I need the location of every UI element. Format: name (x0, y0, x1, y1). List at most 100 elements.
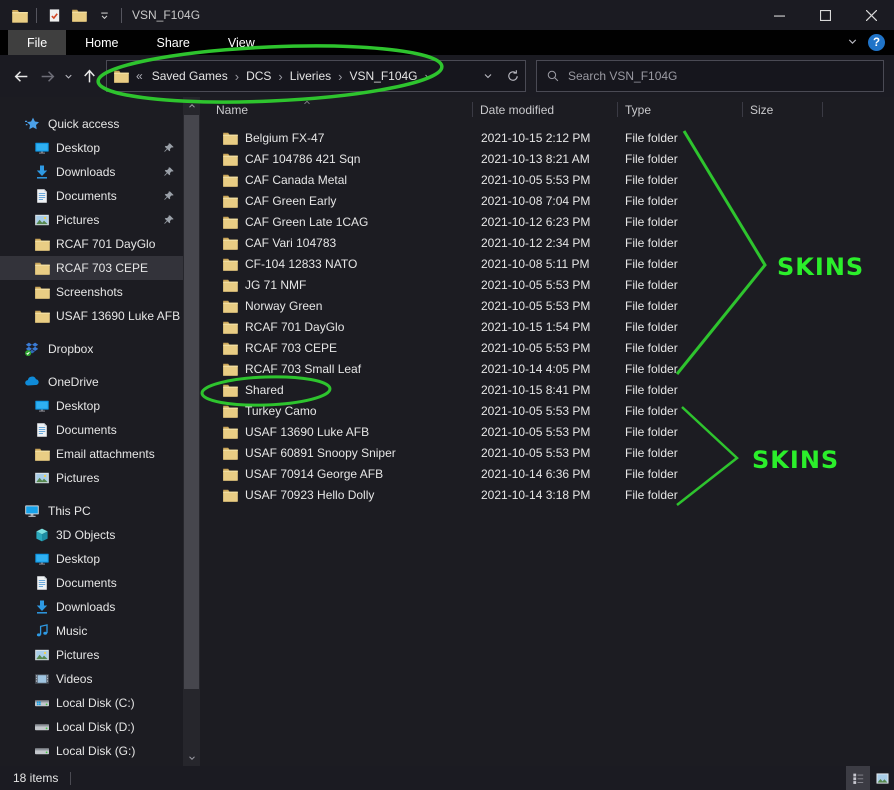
back-button[interactable] (8, 63, 34, 89)
properties-check-icon[interactable] (43, 4, 65, 26)
file-type-cell: File folder (618, 320, 743, 334)
quick-access-toolbar (8, 4, 125, 26)
dropbox-icon (24, 341, 40, 357)
sidebar-item-label: Desktop (56, 141, 100, 155)
sidebar-item-videos[interactable]: Videos (0, 667, 183, 691)
forward-button[interactable] (34, 63, 60, 89)
tab-file[interactable]: File (8, 30, 66, 55)
help-button[interactable]: ? (868, 34, 885, 51)
sidebar-item-rcaf-703-cepe[interactable]: RCAF 703 CEPE (0, 256, 183, 280)
search-input[interactable] (568, 69, 874, 83)
sidebar-section-gap (0, 361, 183, 370)
up-button[interactable] (76, 63, 102, 89)
navigation-scrollbar[interactable] (183, 97, 200, 766)
file-row-cf-104-12833-nato[interactable]: CF-104 12833 NATO2021-10-08 5:11 PMFile … (210, 253, 894, 274)
file-row-norway-green[interactable]: Norway Green2021-10-05 5:53 PMFile folde… (210, 295, 894, 316)
maximize-button[interactable] (802, 0, 848, 30)
sidebar-item-music[interactable]: Music (0, 619, 183, 643)
file-row-jg-71-nmf[interactable]: JG 71 NMF2021-10-05 5:53 PMFile folder (210, 274, 894, 295)
file-type-cell: File folder (618, 341, 743, 355)
sidebar-item-email-attachments[interactable]: Email attachments (0, 442, 183, 466)
customize-toolbar-chevron-icon[interactable] (93, 4, 115, 26)
column-header-label: Type (625, 103, 651, 117)
sidebar-item-label: USAF 13690 Luke AFB (56, 309, 180, 323)
sidebar-item-desktop[interactable]: Desktop (0, 394, 183, 418)
scroll-down-icon[interactable] (183, 749, 200, 766)
breadcrumb-overflow-indicator[interactable]: « (136, 69, 143, 83)
details-view-button[interactable] (846, 766, 870, 790)
sidebar-item-dropbox[interactable]: Dropbox (0, 337, 183, 361)
desktop-icon (34, 398, 50, 414)
desktop-icon (34, 140, 50, 156)
breadcrumb-separator-icon[interactable]: › (425, 69, 429, 84)
breadcrumb-item-liveries[interactable]: Liveries (283, 69, 338, 83)
sidebar-item-screenshots[interactable]: Screenshots (0, 280, 183, 304)
sidebar-item-local-disk-c[interactable]: Local Disk (C:) (0, 691, 183, 715)
sidebar-item-quick-access[interactable]: Quick access (0, 112, 183, 136)
sidebar-item-usaf-13690-luke-afb[interactable]: USAF 13690 Luke AFB (0, 304, 183, 328)
sidebar-item-this-pc[interactable]: This PC (0, 499, 183, 523)
sidebar-item-rcaf-701-dayglo[interactable]: RCAF 701 DayGlo (0, 232, 183, 256)
file-type-cell: File folder (618, 152, 743, 166)
recent-locations-chevron-icon[interactable] (60, 63, 76, 89)
item-count: 18 items (13, 771, 58, 785)
tab-view[interactable]: View (209, 30, 274, 55)
sidebar-item-downloads[interactable]: Downloads (0, 595, 183, 619)
file-row-caf-green-late-1cag[interactable]: CAF Green Late 1CAG2021-10-12 6:23 PMFil… (210, 211, 894, 232)
file-row-usaf-13690-luke-afb[interactable]: USAF 13690 Luke AFB2021-10-05 5:53 PMFil… (210, 421, 894, 442)
file-row-caf-canada-metal[interactable]: CAF Canada Metal2021-10-05 5:53 PMFile f… (210, 169, 894, 190)
file-row-caf-green-early[interactable]: CAF Green Early2021-10-08 7:04 PMFile fo… (210, 190, 894, 211)
file-row-belgium-fx-47[interactable]: Belgium FX-472021-10-15 2:12 PMFile fold… (210, 127, 894, 148)
scroll-up-icon[interactable] (183, 97, 200, 114)
thumbnails-view-button[interactable] (870, 766, 894, 790)
scrollbar-thumb[interactable] (184, 115, 199, 689)
column-header-type[interactable]: Type (618, 97, 743, 122)
column-header-date-modified[interactable]: Date modified (473, 97, 618, 122)
file-row-usaf-70923-hello-dolly[interactable]: USAF 70923 Hello Dolly2021-10-14 3:18 PM… (210, 484, 894, 505)
breadcrumb-item-saved-games[interactable]: Saved Games (145, 69, 235, 83)
tab-home[interactable]: Home (66, 30, 137, 55)
sidebar-item-documents[interactable]: Documents (0, 418, 183, 442)
file-type-cell: File folder (618, 299, 743, 313)
address-box[interactable]: « Saved Games›DCS›Liveries›VSN_F104G› (106, 60, 526, 92)
sidebar-item-documents[interactable]: Documents (0, 184, 183, 208)
column-header-name[interactable]: Name (210, 97, 473, 122)
file-row-rcaf-703-cepe[interactable]: RCAF 703 CEPE2021-10-05 5:53 PMFile fold… (210, 337, 894, 358)
column-header-size[interactable]: Size (743, 97, 823, 122)
new-folder-icon[interactable] (68, 4, 90, 26)
tab-share[interactable]: Share (138, 30, 209, 55)
file-row-caf-104786-421-sqn[interactable]: CAF 104786 421 Sqn2021-10-13 8:21 AMFile… (210, 148, 894, 169)
file-row-usaf-70914-george-afb[interactable]: USAF 70914 George AFB2021-10-14 6:36 PMF… (210, 463, 894, 484)
search-box (536, 60, 884, 92)
sidebar-item-local-disk-d[interactable]: Local Disk (D:) (0, 715, 183, 739)
breadcrumb-item-vsn-f104g[interactable]: VSN_F104G (342, 69, 424, 83)
sidebar-item-pictures[interactable]: Pictures (0, 208, 183, 232)
sidebar-item-label: Documents (56, 189, 117, 203)
close-button[interactable] (848, 0, 894, 30)
file-modified-cell: 2021-10-05 5:53 PM (473, 425, 618, 439)
expand-ribbon-chevron-icon[interactable] (846, 35, 859, 51)
breadcrumb-item-dcs[interactable]: DCS (239, 69, 278, 83)
sidebar-item-downloads[interactable]: Downloads (0, 160, 183, 184)
sidebar-item-desktop[interactable]: Desktop (0, 547, 183, 571)
sidebar-item-documents[interactable]: Documents (0, 571, 183, 595)
file-row-caf-vari-104783[interactable]: CAF Vari 1047832021-10-12 2:34 PMFile fo… (210, 232, 894, 253)
address-dropdown-chevron-icon[interactable] (475, 61, 500, 91)
sidebar-item-onedrive[interactable]: OneDrive (0, 370, 183, 394)
title-bar: VSN_F104G (0, 0, 894, 30)
sidebar-item-pictures[interactable]: Pictures (0, 643, 183, 667)
sidebar-item-pictures[interactable]: Pictures (0, 466, 183, 490)
file-row-usaf-60891-snoopy-sniper[interactable]: USAF 60891 Snoopy Sniper2021-10-05 5:53 … (210, 442, 894, 463)
file-row-rcaf-701-dayglo[interactable]: RCAF 701 DayGlo2021-10-15 1:54 PMFile fo… (210, 316, 894, 337)
refresh-icon[interactable] (500, 61, 525, 91)
file-type-cell: File folder (618, 467, 743, 481)
sidebar-item-3d-objects[interactable]: 3D Objects (0, 523, 183, 547)
file-row-turkey-camo[interactable]: Turkey Camo2021-10-05 5:53 PMFile folder (210, 400, 894, 421)
file-name-cell: RCAF 703 CEPE (210, 340, 473, 356)
file-row-rcaf-703-small-leaf[interactable]: RCAF 703 Small Leaf2021-10-14 4:05 PMFil… (210, 358, 894, 379)
sidebar-item-desktop[interactable]: Desktop (0, 136, 183, 160)
sidebar-item-local-disk-g[interactable]: Local Disk (G:) (0, 739, 183, 763)
file-row-shared[interactable]: Shared2021-10-15 8:41 PMFile folder (210, 379, 894, 400)
folder-icon (222, 361, 238, 377)
minimize-button[interactable] (756, 0, 802, 30)
